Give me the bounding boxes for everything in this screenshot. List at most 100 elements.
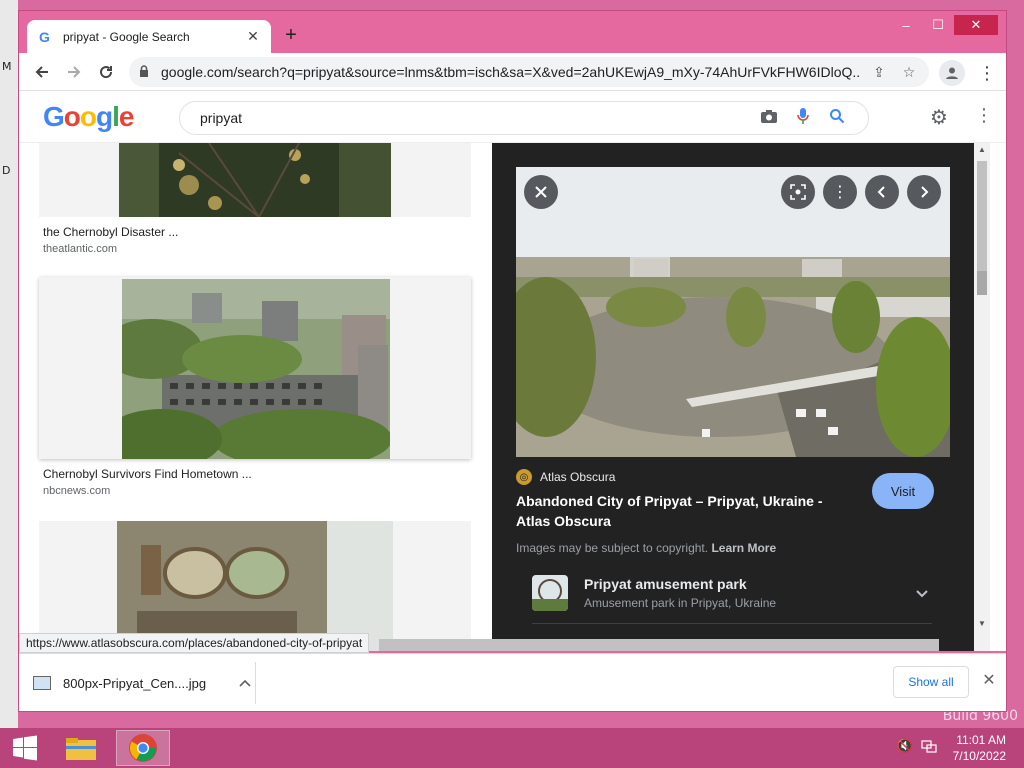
share-icon[interactable]: ⇪: [869, 64, 889, 81]
search-box[interactable]: pripyat: [179, 101, 869, 135]
lock-icon[interactable]: [139, 64, 151, 80]
result-source-1[interactable]: theatlantic.com: [43, 243, 117, 255]
image-result-card-1[interactable]: [39, 143, 471, 217]
preview-title[interactable]: Abandoned City of Pripyat – Pripyat, Ukr…: [516, 491, 846, 531]
download-shelf: 800px-Pripyat_Cen....jpg Show all ✕: [19, 653, 1006, 711]
atlas-obscura-logo-icon: ◎: [516, 469, 532, 485]
taskbar: 🔇 11:01 AM 7/10/2022: [0, 728, 1024, 768]
close-shelf-icon[interactable]: ✕: [979, 670, 999, 694]
scrollbar-thumb[interactable]: [977, 271, 987, 295]
pripyat-buildings-image[interactable]: [122, 279, 390, 459]
browser-window: G pripyat - Google Search ✕ + – ☐ ✕ goog…: [18, 10, 1007, 712]
back-button[interactable]: [31, 61, 53, 83]
forward-arrow-icon: [68, 66, 81, 78]
reload-button[interactable]: [95, 61, 117, 83]
result-title-1[interactable]: the Chernobyl Disaster ...: [43, 225, 178, 239]
chevron-up-icon[interactable]: [235, 676, 255, 690]
start-button[interactable]: [8, 734, 42, 762]
image-result-card-2[interactable]: [39, 277, 471, 459]
file-explorer-taskbar-button[interactable]: [54, 730, 108, 766]
lens-search-button[interactable]: [781, 175, 815, 209]
preview-source-row[interactable]: ◎ Atlas Obscura: [516, 469, 615, 485]
scroll-down-arrow-icon[interactable]: ▼: [974, 619, 990, 628]
download-item[interactable]: 800px-Pripyat_Cen....jpg: [33, 668, 255, 698]
more-options-button[interactable]: ⋮: [823, 175, 857, 209]
result-source-2[interactable]: nbcnews.com: [43, 485, 110, 497]
apps-grid-icon[interactable]: ⋮: [975, 105, 993, 129]
chrome-taskbar-button[interactable]: [116, 730, 170, 766]
tab-title: pripyat - Google Search: [63, 29, 190, 44]
google-logo[interactable]: Google: [43, 101, 134, 133]
chrome-logo-icon: [129, 734, 157, 762]
show-all-downloads-button[interactable]: Show all: [893, 666, 969, 698]
clock-time: 11:01 AM: [956, 733, 1006, 747]
network-icon[interactable]: [920, 738, 938, 756]
copyright-notice: Images may be subject to copyright. Lear…: [516, 541, 776, 555]
desktop-left-strip: M D: [0, 0, 18, 728]
svg-text:G: G: [39, 29, 50, 45]
search-icon[interactable]: [820, 108, 854, 129]
settings-gear-icon[interactable]: ⚙: [927, 105, 951, 129]
url-text[interactable]: google.com/search?q=pripyat&source=lnms&…: [161, 64, 859, 80]
download-divider: [255, 662, 256, 704]
entity-divider: [532, 623, 932, 624]
image-preview-panel: ⋮ ◎ Atlas Obscura Abandoned City of Prip…: [492, 143, 974, 651]
tab-close-icon[interactable]: ✕: [245, 28, 261, 45]
window-controls: – ☐ ✕: [890, 15, 998, 35]
next-image-button[interactable]: [907, 175, 941, 209]
image-results-column: the Chernobyl Disaster ... theatlantic.c…: [19, 143, 491, 651]
page-content: Google pripyat ⚙ ⋮ the Chernobyl Disaste…: [19, 91, 1006, 651]
desktop-fragment-m: M: [2, 60, 12, 73]
scroll-up-arrow-icon[interactable]: ▲: [974, 145, 990, 154]
close-icon: [535, 186, 547, 198]
close-preview-button[interactable]: [524, 175, 558, 209]
title-bar: G pripyat - Google Search ✕ + – ☐ ✕: [19, 11, 1006, 53]
volume-muted-icon[interactable]: 🔇: [896, 738, 914, 756]
abandoned-room-image[interactable]: [117, 521, 393, 651]
minimize-button[interactable]: –: [890, 15, 922, 35]
scrollbar-track-segment[interactable]: [977, 161, 987, 271]
preview-source-name[interactable]: Atlas Obscura: [540, 470, 615, 484]
tab-active[interactable]: G pripyat - Google Search ✕: [27, 20, 271, 53]
entity-thumbnail: [532, 575, 568, 611]
entity-text: Pripyat amusement park Amusement park in…: [584, 576, 912, 610]
preview-main-image[interactable]: ⋮: [516, 167, 950, 457]
new-tab-button[interactable]: +: [279, 24, 303, 47]
image-result-card-3[interactable]: [39, 521, 471, 651]
google-favicon-icon: G: [37, 29, 53, 45]
profile-avatar-button[interactable]: [939, 60, 965, 86]
browser-toolbar: google.com/search?q=pripyat&source=lnms&…: [19, 53, 1006, 91]
chevron-right-icon: [921, 186, 929, 198]
address-bar[interactable]: google.com/search?q=pripyat&source=lnms&…: [129, 57, 929, 87]
related-entity-row[interactable]: Pripyat amusement park Amusement park in…: [532, 573, 932, 613]
chevron-left-icon: [877, 186, 885, 198]
chevron-down-icon[interactable]: [912, 585, 932, 601]
entity-title: Pripyat amusement park: [584, 576, 747, 592]
system-clock[interactable]: 11:01 AM 7/10/2022: [953, 732, 1006, 764]
forward-button[interactable]: [63, 61, 85, 83]
browser-menu-button[interactable]: ⋮: [977, 60, 997, 86]
horizontal-scrollbar[interactable]: [379, 639, 939, 651]
visit-button[interactable]: Visit: [872, 473, 934, 509]
maximize-button[interactable]: ☐: [922, 15, 954, 35]
image-file-icon: [33, 676, 51, 690]
search-input[interactable]: pripyat: [200, 110, 752, 126]
microphone-icon[interactable]: [786, 107, 820, 130]
result-title-2[interactable]: Chernobyl Survivors Find Hometown ...: [43, 467, 252, 481]
ferris-wheel-image[interactable]: [119, 143, 391, 217]
vertical-scrollbar[interactable]: ▲ ▼: [974, 143, 990, 651]
profile-person-icon: [946, 67, 958, 79]
close-window-button[interactable]: ✕: [954, 15, 998, 35]
learn-more-link[interactable]: Learn More: [711, 541, 776, 555]
bookmark-star-icon[interactable]: ☆: [899, 64, 919, 81]
folder-icon: [66, 738, 96, 760]
entity-subtitle: Amusement park in Pripyat, Ukraine: [584, 596, 777, 610]
desktop-fragment-d: D: [2, 164, 11, 177]
clock-date: 7/10/2022: [952, 749, 1006, 763]
previous-image-button[interactable]: [865, 175, 899, 209]
download-filename[interactable]: 800px-Pripyat_Cen....jpg: [63, 676, 235, 691]
camera-icon[interactable]: [752, 108, 786, 129]
link-status-bubble: https://www.atlasobscura.com/places/aban…: [19, 633, 370, 653]
back-arrow-icon: [35, 66, 48, 78]
copyright-text: Images may be subject to copyright.: [516, 541, 709, 555]
